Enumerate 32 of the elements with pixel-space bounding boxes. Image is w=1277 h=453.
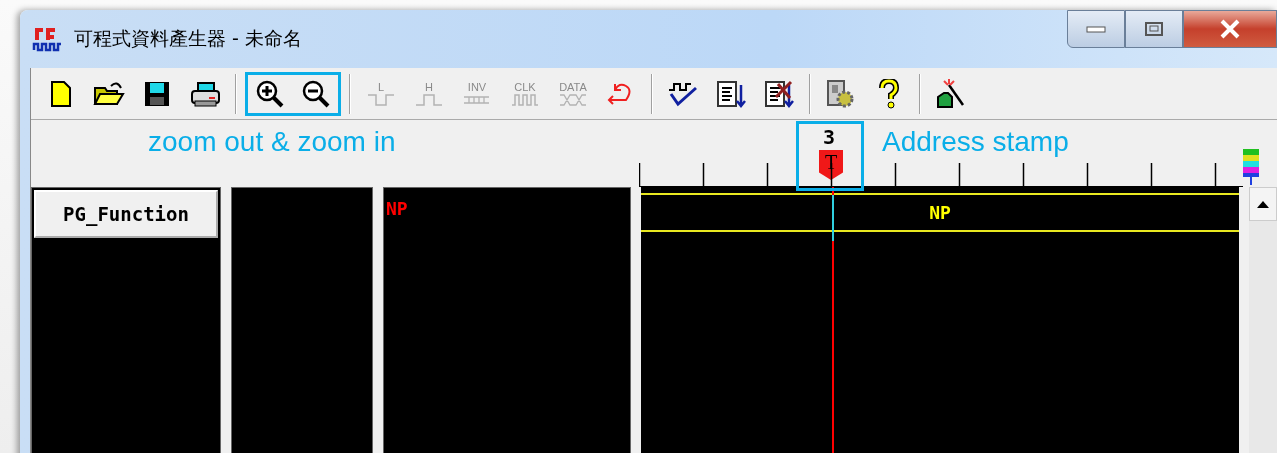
wand-icon [936,78,966,109]
signal-name: NP [385,197,409,219]
question-mark-icon [878,78,900,109]
data-wave-icon [559,92,587,107]
zoom-in-icon [255,78,285,109]
list-sort-icon [716,78,746,109]
clock-wave-icon [511,92,539,107]
high-pulse-icon [415,92,443,107]
column-header[interactable]: PG_Function [34,190,218,238]
annotation-frame [796,121,864,191]
low-pulse-icon [367,92,395,107]
scrollbar[interactable] [1249,187,1277,453]
maximize-button[interactable] [1125,10,1183,48]
waveform-label: NP [928,201,952,225]
annotation-text: Address stamp [882,126,1069,158]
up-arrow-icon [1257,200,1269,208]
printer-icon [189,79,221,108]
document-icon [50,79,72,108]
open-folder-icon [93,79,125,108]
end-marker-icon [1241,147,1261,187]
address-number: 3 [823,126,836,148]
scroll-up-button[interactable] [1249,187,1277,221]
maximize-icon [1144,21,1164,37]
close-icon [1218,19,1242,39]
gear-panel-icon [826,78,856,109]
minimize-icon [1086,24,1106,34]
minimize-button[interactable] [1067,10,1125,48]
zoom-out-icon [301,78,331,109]
close-button[interactable] [1183,10,1277,48]
annotation-text: zoom out & zoom in [148,126,396,158]
window-title: 可程式資料產生器 - 未命名 [74,26,302,51]
list-sort-delete-icon [764,78,794,109]
